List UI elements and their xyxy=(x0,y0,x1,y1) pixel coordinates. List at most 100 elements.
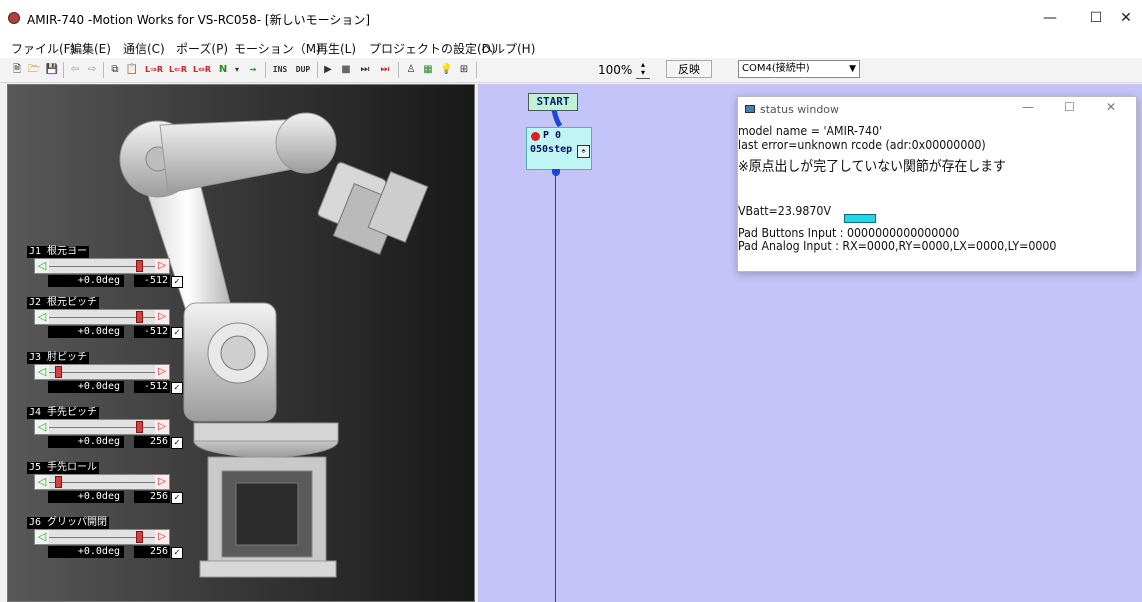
joint-2-limit: -512 xyxy=(134,326,170,338)
joint-6-limit: 256 xyxy=(134,546,170,558)
increase-arrow-icon[interactable]: ▷ xyxy=(155,530,169,544)
toolbar-separator xyxy=(317,62,318,78)
joint-3-limit: -512 xyxy=(134,381,170,393)
decrease-arrow-icon[interactable]: ◁ xyxy=(35,420,49,434)
increase-arrow-icon[interactable]: ▷ xyxy=(155,475,169,489)
joint-2-slider[interactable]: ◁ ▷ xyxy=(34,309,170,325)
branch-icon[interactable]: N xyxy=(216,62,230,77)
zoom-spinner[interactable]: ▴ ▾ xyxy=(636,61,650,79)
joint-5-label: J5 手先ロール xyxy=(27,462,100,474)
copy-icon[interactable]: ⧉ xyxy=(108,62,122,77)
menu-pose[interactable]: ポーズ(P) xyxy=(176,40,228,57)
image-icon[interactable]: ▦ xyxy=(422,62,434,77)
toolbar: 🗎 🗁 💾 ⇦ ⇨ ⧉ 📋 L⇒R L⇐R L⇔R N ▾ ⇝ INS DUP … xyxy=(0,58,1142,83)
slider-track xyxy=(49,482,155,483)
decrease-arrow-icon[interactable]: ◁ xyxy=(35,259,49,273)
origin-warning-line: ※原点出しが完了していない関節が存在します xyxy=(738,159,1007,175)
joint-2-checkbox[interactable]: ✓ xyxy=(171,327,183,339)
toolbar-separator xyxy=(265,62,266,78)
joint-4-checkbox[interactable]: ✓ xyxy=(171,437,183,449)
increase-arrow-icon[interactable]: ▷ xyxy=(155,310,169,324)
battery-level-bar xyxy=(844,214,876,223)
expand-icon[interactable]: ⬘ xyxy=(577,145,590,158)
decrease-arrow-icon[interactable]: ◁ xyxy=(35,310,49,324)
menu-project[interactable]: プロジェクトの設定(D) xyxy=(369,40,496,57)
slider-thumb[interactable] xyxy=(135,421,143,433)
menu-play[interactable]: 再生(L) xyxy=(316,40,356,57)
com-port-select[interactable]: COM4(接続中) ▼ xyxy=(738,60,860,78)
title-bar: AMIR-740 -Motion Works for VS-RC058- [新し… xyxy=(0,0,1142,36)
menu-file[interactable]: ファイル(F) xyxy=(11,40,75,57)
increase-arrow-icon[interactable]: ▷ xyxy=(155,420,169,434)
minimize-button[interactable]: — xyxy=(1022,100,1034,114)
slider-thumb[interactable] xyxy=(135,311,143,323)
decrease-arrow-icon[interactable]: ◁ xyxy=(35,365,49,379)
decrease-arrow-icon[interactable]: ◁ xyxy=(35,475,49,489)
joint-4-slider[interactable]: ◁ ▷ xyxy=(34,419,170,435)
pose-steps: 050step xyxy=(530,144,573,155)
slider-thumb[interactable] xyxy=(55,476,63,488)
slider-track xyxy=(49,372,155,373)
mirror-r-to-l-button[interactable]: L⇐R xyxy=(167,62,189,77)
maximize-button[interactable]: ☐ xyxy=(1064,100,1075,114)
swap-l-r-button[interactable]: L⇔R xyxy=(191,62,213,77)
lightbulb-icon[interactable]: 💡 xyxy=(440,62,452,77)
robot-icon[interactable]: ♙ xyxy=(405,62,417,77)
breakpoint-icon[interactable] xyxy=(531,132,540,141)
model-name-line: model name = 'AMIR-740' xyxy=(738,124,883,138)
toolbar-separator xyxy=(63,62,64,78)
menu-motion[interactable]: モーション（M) xyxy=(234,40,321,57)
grid-icon[interactable]: ⊞ xyxy=(458,62,470,77)
close-button[interactable]: ✕ xyxy=(1106,100,1116,114)
decrease-arrow-icon[interactable]: ◁ xyxy=(35,530,49,544)
joint-6-checkbox[interactable]: ✓ xyxy=(171,547,183,559)
status-window: status window — ☐ ✕ model name = 'AMIR-7… xyxy=(737,96,1137,272)
menu-edit[interactable]: 編集(E) xyxy=(70,40,111,57)
goto-icon[interactable]: ⇝ xyxy=(245,62,261,77)
pose-name: P 0 xyxy=(543,130,562,141)
insert-button[interactable]: INS xyxy=(270,62,290,77)
stop-icon[interactable]: ■ xyxy=(340,62,352,77)
slider-thumb[interactable] xyxy=(135,531,143,543)
redo-icon[interactable]: ⇨ xyxy=(85,62,99,77)
slider-thumb[interactable] xyxy=(135,260,143,272)
step-forward-icon[interactable]: ⏭ xyxy=(358,62,372,77)
joint-1-checkbox[interactable]: ✓ xyxy=(171,276,183,288)
joint-6-angle: +0.0deg xyxy=(48,546,124,558)
joint-2-label: J2 根元ピッチ xyxy=(27,297,100,309)
joint-6-slider[interactable]: ◁ ▷ xyxy=(34,529,170,545)
paste-icon[interactable]: 📋 xyxy=(125,62,139,77)
joint-3-slider[interactable]: ◁ ▷ xyxy=(34,364,170,380)
menu-help[interactable]: ヘルプ(H) xyxy=(481,40,535,57)
new-icon[interactable]: 🗎 xyxy=(10,62,24,77)
close-button[interactable]: ✕ xyxy=(1110,0,1142,36)
zoom-level: 100% xyxy=(598,63,633,77)
joint-4-limit: 256 xyxy=(134,436,170,448)
joint-3-checkbox[interactable]: ✓ xyxy=(171,382,183,394)
joint-5-slider[interactable]: ◁ ▷ xyxy=(34,474,170,490)
joint-5-checkbox[interactable]: ✓ xyxy=(171,492,183,504)
increase-arrow-icon[interactable]: ▷ xyxy=(155,259,169,273)
save-icon[interactable]: 💾 xyxy=(45,62,59,77)
joint-4-angle: +0.0deg xyxy=(48,436,124,448)
record-step-icon[interactable]: ⏭ xyxy=(378,62,392,77)
menu-comm[interactable]: 通信(C) xyxy=(123,40,165,57)
dropdown-arrow-icon[interactable]: ▾ xyxy=(232,62,242,77)
open-icon[interactable]: 🗁 xyxy=(27,62,41,77)
play-icon[interactable]: ▶ xyxy=(322,62,334,77)
mirror-l-to-r-button[interactable]: L⇒R xyxy=(143,62,165,77)
robot-3d-viewport[interactable]: J1 根元ヨー ◁ ▷ +0.0deg -512 ✓ J2 根元ピッチ ◁ ▷ … xyxy=(7,84,475,602)
flow-arrow-icon xyxy=(551,110,563,128)
app-icon xyxy=(8,12,20,24)
last-error-line: last error=unknown rcode (adr:0x00000000… xyxy=(738,138,986,152)
pose-node[interactable]: P 0 050step ⬘ xyxy=(526,127,592,170)
increase-arrow-icon[interactable]: ▷ xyxy=(155,365,169,379)
undo-icon[interactable]: ⇦ xyxy=(68,62,82,77)
apply-button[interactable]: 反映 xyxy=(666,60,712,78)
start-node[interactable]: START xyxy=(528,93,578,111)
com-port-value: COM4(接続中) xyxy=(742,63,810,74)
duplicate-button[interactable]: DUP xyxy=(293,62,313,77)
slider-thumb[interactable] xyxy=(55,366,63,378)
minimize-button[interactable]: — xyxy=(1027,0,1073,36)
joint-1-slider[interactable]: ◁ ▷ xyxy=(34,258,170,274)
